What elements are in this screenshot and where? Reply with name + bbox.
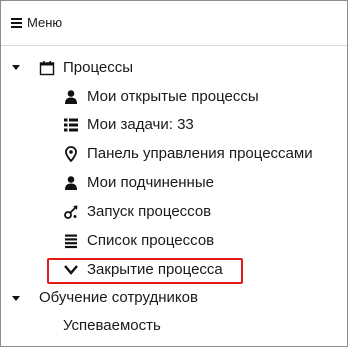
calendar-icon — [39, 60, 55, 76]
tree-item-my-subordinates[interactable]: Мои подчиненные — [63, 170, 214, 196]
user-icon — [63, 175, 79, 191]
tree-group-processes[interactable]: Процессы — [39, 55, 133, 81]
tree-item-performance[interactable]: Успеваемость — [63, 313, 161, 339]
list-icon — [63, 233, 79, 249]
highlight-box — [47, 258, 243, 284]
tree-item-label: Мои подчиненные — [87, 174, 214, 191]
tree-item-process-launch[interactable]: Запуск процессов — [63, 199, 211, 225]
tree-item-label: Запуск процессов — [87, 203, 212, 220]
menu-panel: Меню Процессы Мои открытые процессы Мои … — [0, 0, 348, 347]
tree-item-label: Мои открытые процессы — [87, 88, 259, 105]
map-pin-icon — [63, 146, 79, 162]
menu-title: Меню — [27, 15, 63, 30]
tree-item-my-tasks[interactable]: Мои задачи: 33 — [63, 112, 194, 138]
tree-item-label: Успеваемость — [63, 317, 161, 334]
tree-group-training[interactable]: Обучение сотрудников — [39, 285, 198, 311]
tree-item-process-dashboard[interactable]: Панель управления процессами — [63, 141, 313, 167]
tree-group-label: Обучение сотрудников — [39, 289, 198, 306]
tree-item-label: Список процессов — [87, 232, 215, 249]
expand-caret-icon[interactable] — [11, 293, 21, 303]
menu-header[interactable]: Меню — [1, 1, 347, 46]
tree-group-label: Процессы — [63, 59, 134, 76]
tree-item-label: Панель управления процессами — [87, 145, 313, 162]
user-icon — [63, 89, 79, 105]
hamburger-icon[interactable] — [11, 18, 22, 28]
expand-caret-icon[interactable] — [11, 62, 21, 72]
task-list-icon — [63, 117, 79, 133]
tree-item-my-open-processes[interactable]: Мои открытые процессы — [63, 84, 259, 110]
tree-item-process-list[interactable]: Список процессов — [63, 228, 214, 254]
tree-item-label: Мои задачи: 33 — [87, 116, 194, 133]
process-launch-icon — [63, 204, 79, 220]
